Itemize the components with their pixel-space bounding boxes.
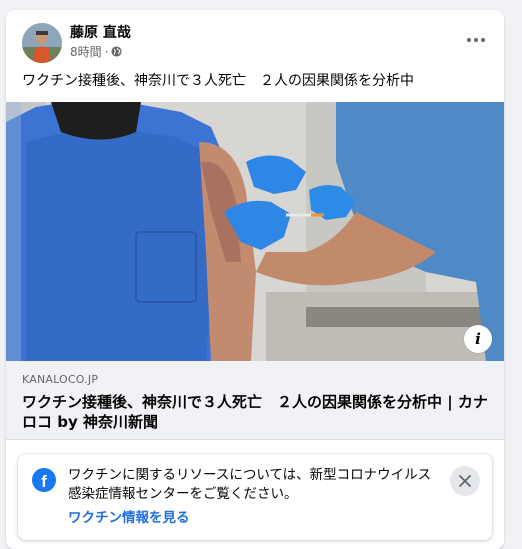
link-domain: KANALOCO.JP xyxy=(22,373,99,386)
notice-text: ワクチンに関するリソースについては、新型コロナウイルス感染症情報センターをご覧く… xyxy=(68,467,432,502)
link-title: ワクチン接種後、神奈川で３人死亡 ２人の因果関係を分析中 | カナロコ by 神… xyxy=(22,393,488,431)
more-dot-icon xyxy=(481,38,485,42)
more-options-button[interactable] xyxy=(462,30,490,50)
close-notice-button[interactable] xyxy=(450,466,480,496)
vaccine-info-link[interactable]: ワクチン情報を見る xyxy=(68,506,190,526)
link-preview[interactable]: KANALOCO.JP ワクチン接種後、神奈川で３人死亡 ２人の因果関係を分析中… xyxy=(6,361,504,440)
avatar[interactable] xyxy=(22,23,62,63)
close-icon xyxy=(459,475,471,487)
post-meta: 8時間 · xyxy=(70,43,123,60)
post-header: 藤原 直哉 8時間 · xyxy=(6,10,504,66)
globe-icon xyxy=(111,46,123,57)
more-dot-icon xyxy=(474,38,478,42)
meta-separator: · xyxy=(104,44,109,59)
more-dot-icon xyxy=(467,38,471,42)
vaccination-photo xyxy=(6,102,504,361)
link-preview-image[interactable]: i xyxy=(6,102,504,361)
avatar-image xyxy=(22,23,62,63)
vaccine-info-notice: f ワクチンに関するリソースについては、新型コロナウイルス感染症情報センターをご… xyxy=(18,454,492,540)
post-timestamp[interactable]: 8時間 xyxy=(70,43,102,60)
facebook-logo-icon: f xyxy=(32,468,56,492)
info-button[interactable]: i xyxy=(464,325,492,353)
post-card: 藤原 直哉 8時間 · ワクチン接種後、神奈川で３人死亡 ２人の因果関係を分析中 xyxy=(6,10,504,549)
post-text: ワクチン接種後、神奈川で３人死亡 ２人の因果関係を分析中 xyxy=(22,73,414,89)
author-name[interactable]: 藤原 直哉 xyxy=(70,22,131,42)
